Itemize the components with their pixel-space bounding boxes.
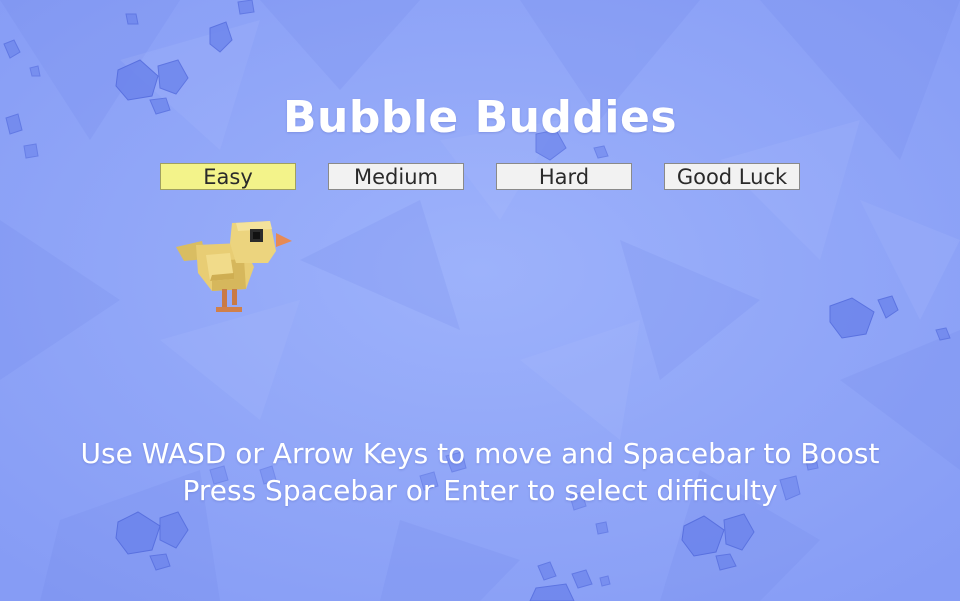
game-screen: Bubble Buddies Easy Medium Hard Good Luc… [0,0,960,601]
difficulty-button-medium[interactable]: Medium [328,163,464,190]
difficulty-button-easy[interactable]: Easy [160,163,296,190]
water-background [0,0,960,601]
chick-icon [176,221,292,312]
game-title: Bubble Buddies [282,92,678,143]
difficulty-button-good-luck[interactable]: Good Luck [664,163,800,190]
instruction-move: Use WASD or Arrow Keys to move and Space… [80,437,880,470]
difficulty-button-hard[interactable]: Hard [496,163,632,190]
instruction-select: Press Spacebar or Enter to select diffic… [182,474,778,507]
